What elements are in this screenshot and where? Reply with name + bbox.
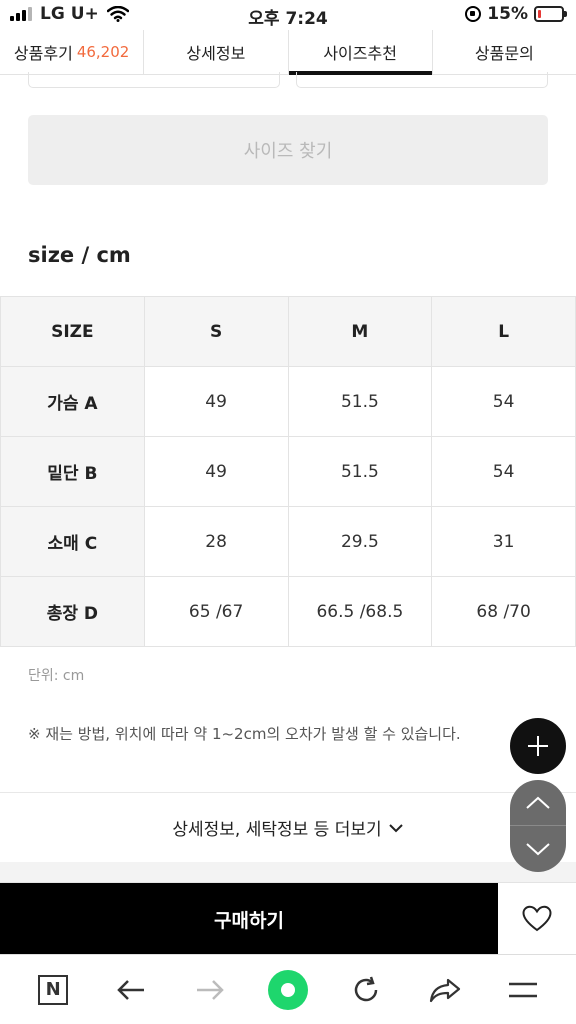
weight-field[interactable] <box>296 72 548 88</box>
tab-reviews-label: 상품후기 <box>13 44 73 63</box>
status-bar: LG U+ 오후 7:24 15% <box>0 0 576 30</box>
review-count: 46,202 <box>76 43 130 61</box>
back-arrow-icon <box>117 979 145 1000</box>
share-button[interactable] <box>420 965 470 1015</box>
table-cell: 49 <box>143 366 289 437</box>
green-dot-button[interactable] <box>263 965 313 1015</box>
plus-icon <box>528 736 548 756</box>
table-cell: 29.5 <box>287 506 433 577</box>
chevron-down-icon <box>388 823 403 832</box>
unit-text: 단위: cm <box>28 668 85 684</box>
table-row: 가슴 A 49 51.5 54 <box>0 366 576 437</box>
row-label: 총장 D <box>0 576 145 647</box>
height-field[interactable] <box>28 72 280 88</box>
tab-details[interactable]: 상세정보 <box>144 30 289 74</box>
row-label: 밑단 B <box>0 436 145 507</box>
green-dot-icon <box>267 969 308 1010</box>
tab-size-recommend-label: 사이즈추천 <box>323 44 397 63</box>
table-row: 총장 D 65 /67 66.5 /68.5 68 /70 <box>0 576 576 647</box>
tab-details-label: 상세정보 <box>186 44 246 63</box>
table-cell: 31 <box>431 506 576 577</box>
forward-arrow-icon <box>196 979 224 1000</box>
table-header-cell: L <box>431 296 576 367</box>
size-table-title: size / cm <box>28 243 131 267</box>
tab-inquiry[interactable]: 상품문의 <box>433 30 576 74</box>
table-header-cell: M <box>287 296 433 367</box>
buy-button[interactable]: 구매하기 <box>0 883 498 955</box>
table-cell: 68 /70 <box>431 576 576 647</box>
battery-percent: 15% <box>487 4 528 24</box>
find-size-button[interactable]: 사이즈 찾기 <box>28 115 548 185</box>
table-cell: 49 <box>143 436 289 507</box>
table-cell: 66.5 /68.5 <box>287 576 433 647</box>
table-cell: 54 <box>431 436 576 507</box>
table-cell: 28 <box>143 506 289 577</box>
size-table: SIZE S M L 가슴 A 49 51.5 54 밑단 B 49 51.5 … <box>0 296 576 647</box>
row-label: 가슴 A <box>0 366 145 437</box>
product-tabs: 상품후기 46,202 상세정보 사이즈추천 상품문의 <box>0 30 576 75</box>
rotation-lock-icon <box>465 6 482 22</box>
battery-fill <box>538 10 542 18</box>
wishlist-button[interactable] <box>498 883 576 954</box>
tab-inquiry-label: 상품문의 <box>474 44 534 63</box>
naver-home-icon: N <box>38 974 69 1005</box>
table-cell: 54 <box>431 366 576 437</box>
more-info-button[interactable]: 상세정보, 세탁정보 등 더보기 <box>0 792 576 862</box>
chevron-up-icon <box>526 796 550 809</box>
naver-home-button[interactable]: N <box>28 965 78 1015</box>
heart-icon <box>522 905 552 932</box>
tab-size-recommend[interactable]: 사이즈추천 <box>288 30 433 75</box>
more-info-label: 상세정보, 세탁정보 등 더보기 <box>172 820 382 840</box>
table-header-cell: S <box>143 296 289 367</box>
chevron-down-icon <box>526 843 550 856</box>
row-label: 소매 C <box>0 506 145 577</box>
measurement-note: ※ 재는 방법, 위치에 따라 약 1~2cm의 오차가 발생 할 수 있습니다… <box>28 725 461 743</box>
back-button[interactable] <box>106 965 156 1015</box>
table-cell: 65 /67 <box>143 576 289 647</box>
table-cell: 51.5 <box>287 436 433 507</box>
purchase-bar: 구매하기 <box>0 882 576 955</box>
scroll-control <box>510 780 566 872</box>
forward-button[interactable] <box>185 965 235 1015</box>
share-icon <box>429 978 460 1002</box>
table-header-cell: SIZE <box>0 296 145 367</box>
browser-toolbar: N <box>0 954 576 1024</box>
section-divider <box>0 862 576 882</box>
table-cell: 51.5 <box>287 366 433 437</box>
status-right: 15% <box>465 4 567 24</box>
tab-reviews[interactable]: 상품후기 46,202 <box>0 30 145 74</box>
menu-icon <box>508 982 537 997</box>
refresh-button[interactable] <box>341 965 391 1015</box>
scroll-up-button[interactable] <box>510 780 566 826</box>
menu-button[interactable] <box>498 965 548 1015</box>
battery-icon <box>534 6 567 22</box>
table-row: 밑단 B 49 51.5 54 <box>0 436 576 507</box>
table-header-row: SIZE S M L <box>0 296 576 367</box>
plus-button[interactable] <box>510 718 566 774</box>
table-row: 소매 C 28 29.5 31 <box>0 506 576 577</box>
refresh-icon <box>355 976 378 1001</box>
